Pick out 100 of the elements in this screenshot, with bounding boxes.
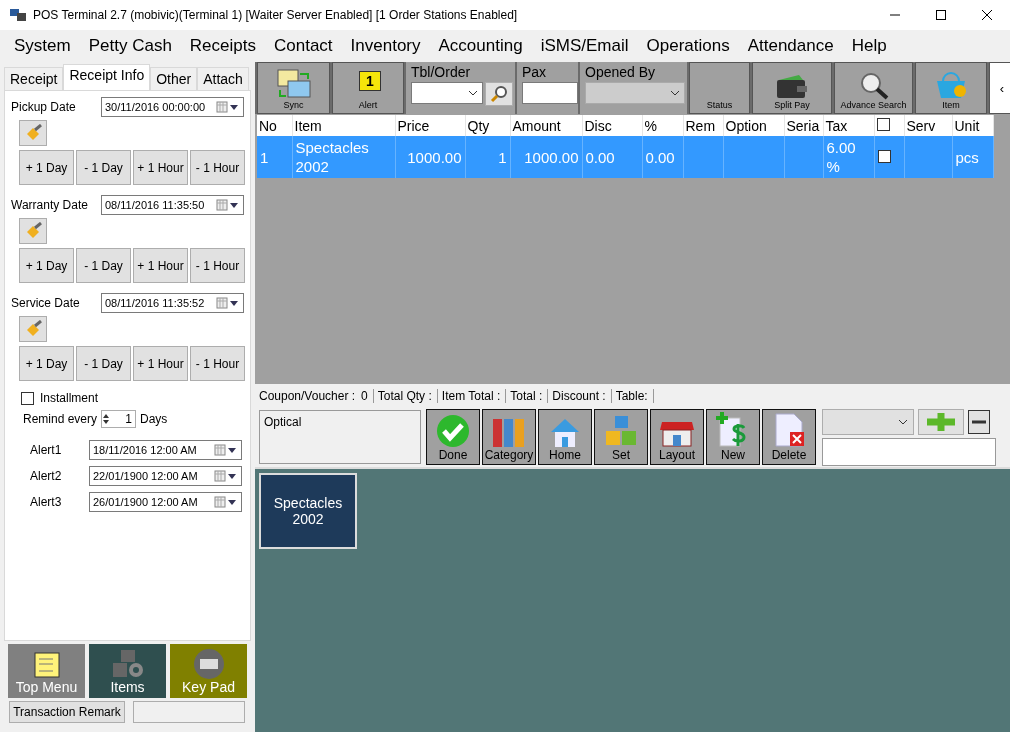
menu-tile[interactable]: Items (89, 644, 166, 698)
menu-item[interactable]: Contact (265, 36, 342, 56)
clear-button[interactable] (19, 120, 47, 146)
column-header[interactable]: % (642, 115, 683, 136)
adjust-button[interactable]: - 1 Day (76, 150, 131, 185)
remove-button[interactable] (968, 409, 990, 434)
calendar-icon (214, 444, 238, 456)
column-header[interactable]: No (257, 115, 292, 136)
product-tile[interactable]: Spectacles 2002 (259, 473, 357, 549)
total-label: Table: (615, 388, 648, 403)
date-field[interactable]: 08/11/2016 11:35:50 (101, 195, 244, 215)
close-icon[interactable] (981, 9, 993, 21)
monitors-icon (275, 68, 312, 100)
menu-item[interactable]: Receipts (180, 36, 265, 56)
toolbar-button[interactable]: 1 Alert (332, 62, 404, 114)
toolbar-button[interactable]: Status (689, 62, 750, 114)
input-field[interactable] (522, 82, 578, 104)
tab[interactable]: Attach (197, 67, 249, 90)
category-field[interactable]: Optical (259, 410, 421, 464)
menu-item[interactable]: Accounting (429, 36, 532, 56)
date-field[interactable]: 22/01/1900 12:00 AM (89, 466, 242, 486)
adjust-button[interactable]: + 1 Day (19, 248, 74, 283)
adjust-button[interactable]: + 1 Hour (133, 150, 188, 185)
tab[interactable]: Receipt (4, 67, 64, 90)
window-title: POS Terminal 2.7 (mobivic)(Terminal 1) [Waiter Server Enabled] [1 Order Stations Enabled] (33, 8, 519, 22)
toolbar-button[interactable]: Item (915, 62, 987, 114)
date-field[interactable]: 18/11/2016 12:00 AM (89, 440, 242, 460)
alert-badge: 1 (359, 71, 381, 91)
basket-icon (934, 72, 968, 100)
column-header[interactable]: Rem (683, 115, 723, 136)
column-header[interactable]: Serv (904, 115, 952, 136)
remark-field[interactable] (133, 701, 245, 723)
date-field[interactable]: 30/11/2016 00:00:00 (101, 97, 244, 117)
header-checkbox[interactable] (876, 117, 890, 131)
menu-item[interactable]: System (5, 36, 80, 56)
total-label: Item Total : (441, 388, 501, 403)
adjust-button[interactable]: - 1 Day (76, 346, 131, 381)
field-label: Alert1 (30, 443, 62, 457)
column-header[interactable]: Seria (784, 115, 823, 136)
adjust-button[interactable]: + 1 Hour (133, 248, 188, 283)
delete-page-icon (772, 412, 806, 448)
table-cell: 0.00 (582, 136, 642, 178)
field-label: Warranty Date (11, 198, 88, 212)
menu-item[interactable]: Inventory (341, 36, 430, 56)
checkbox[interactable] (21, 391, 34, 405)
column-header[interactable]: Option (723, 115, 784, 136)
scroll-button[interactable]: ‹ (989, 62, 1010, 114)
column-header[interactable]: Amount (510, 115, 582, 136)
action-button[interactable]: Category (482, 409, 536, 465)
toolbar-button[interactable]: Advance Search (834, 62, 913, 114)
total-label: Coupon/Voucher : (259, 388, 356, 403)
date-field[interactable]: 26/01/1900 12:00 AM (89, 492, 242, 512)
table-cell: 1 (257, 136, 292, 178)
adjust-button[interactable]: - 1 Hour (190, 346, 245, 381)
column-header[interactable]: Tax (823, 115, 874, 136)
toolbar-button[interactable]: Sync (257, 62, 330, 114)
action-button[interactable]: Delete (762, 409, 816, 465)
clear-button[interactable] (19, 218, 47, 244)
date-field[interactable]: 08/11/2016 11:35:52 (101, 293, 244, 313)
column-header[interactable]: Item (292, 115, 395, 136)
tab[interactable]: Receipt Info (63, 64, 151, 90)
toolbar-button[interactable]: Split Pay (752, 62, 832, 114)
total-value: 0 (361, 388, 368, 403)
column-header[interactable]: Unit (952, 115, 993, 136)
menu-tile[interactable]: Key Pad (170, 644, 247, 698)
chevron-icon (898, 418, 908, 425)
maximize-icon[interactable] (935, 9, 947, 21)
adjust-button[interactable]: - 1 Day (76, 248, 131, 283)
column-header[interactable]: Qty (465, 115, 510, 136)
field-label: Tbl/Order (411, 64, 472, 80)
clear-button[interactable] (19, 316, 47, 342)
adjust-button[interactable]: + 1 Day (19, 150, 74, 185)
text-field[interactable] (822, 437, 996, 466)
adjust-button[interactable]: + 1 Hour (133, 346, 188, 381)
menu-item[interactable]: Operations (637, 36, 739, 56)
action-button[interactable]: Done (426, 409, 480, 465)
column-header[interactable]: Disc (582, 115, 642, 136)
action-button[interactable]: Set (594, 409, 648, 465)
menu-tile[interactable]: Top Menu (8, 644, 85, 698)
table-cell: 1000.00 (510, 136, 582, 178)
dropdown[interactable] (411, 82, 483, 104)
menu-item[interactable]: Help (842, 36, 896, 56)
action-button[interactable]: Layout (650, 409, 704, 465)
tab[interactable]: Other (150, 67, 198, 90)
adjust-button[interactable]: + 1 Day (19, 346, 74, 381)
menu-item[interactable]: iSMS/Email (531, 36, 638, 56)
search-button[interactable] (484, 82, 513, 106)
adjust-button[interactable]: - 1 Hour (190, 248, 245, 283)
adjust-button[interactable]: - 1 Hour (190, 150, 245, 185)
menu-item[interactable]: Attendance (738, 36, 843, 56)
number-spinner[interactable]: 1 (101, 410, 137, 428)
column-header[interactable]: Price (395, 115, 465, 136)
unit-label: Days (140, 412, 168, 426)
action-button[interactable]: Home (538, 409, 592, 465)
action-button[interactable]: New (706, 409, 760, 465)
field-label: Pax (522, 64, 548, 80)
field-label: Alert3 (30, 495, 62, 509)
remark-button[interactable]: Transaction Remark (9, 701, 125, 723)
menu-item[interactable]: Petty Cash (79, 36, 181, 56)
row-checkbox[interactable] (877, 149, 891, 163)
